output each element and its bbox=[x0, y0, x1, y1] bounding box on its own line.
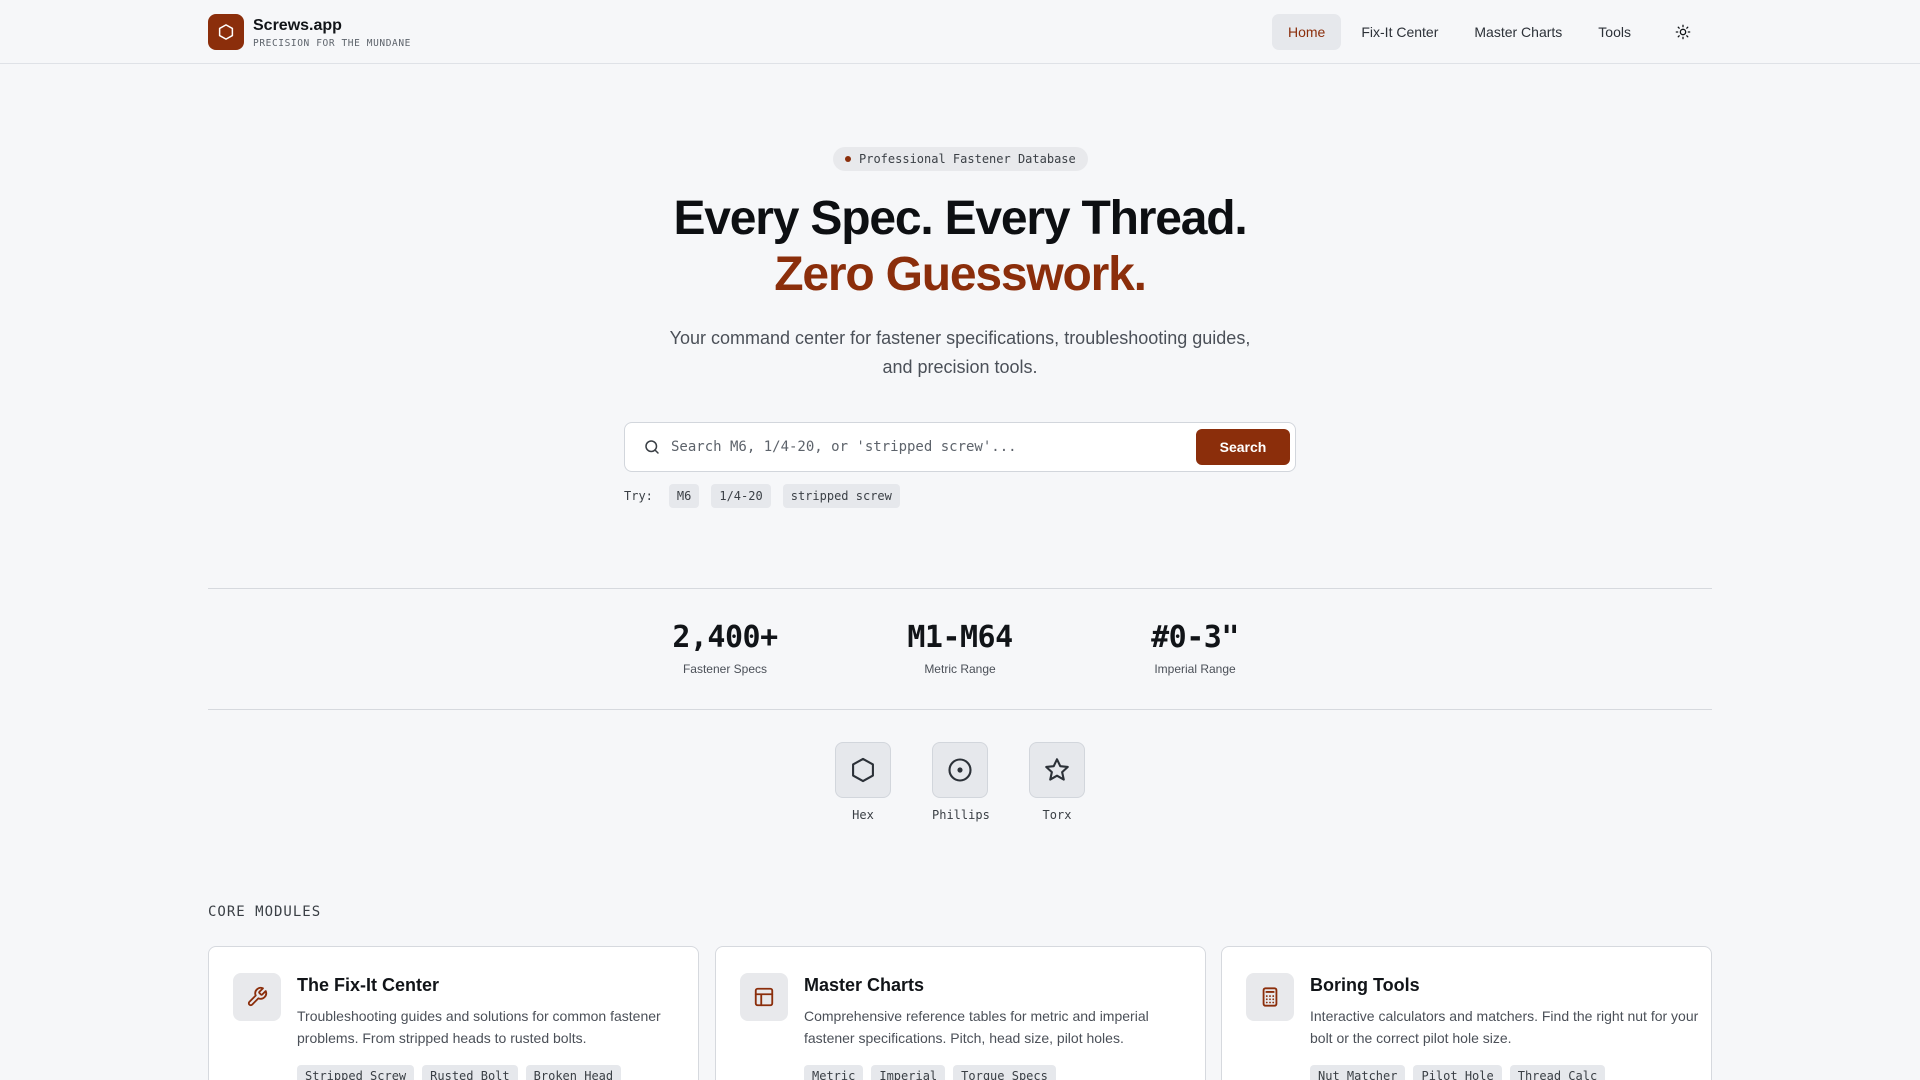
stat-metric-range: M1-M64 Metric Range bbox=[880, 618, 1040, 676]
search-suggestions: Try: M6 1/4-20 stripped screw bbox=[624, 484, 912, 508]
try-label: Try: bbox=[624, 489, 653, 503]
hero-title-line2: Zero Guesswork. bbox=[774, 248, 1147, 301]
main-nav: Home Fix-It Center Master Charts Tools bbox=[1272, 14, 1701, 50]
drive-type-torx[interactable]: Torx bbox=[1029, 742, 1085, 822]
search-icon bbox=[645, 440, 659, 454]
stat-label: Fastener Specs bbox=[682, 662, 768, 676]
search-bar: Search bbox=[624, 422, 1296, 472]
circle-dot-icon bbox=[948, 758, 972, 782]
stat-value: M1-M64 bbox=[907, 620, 1013, 655]
card-icon-box bbox=[233, 973, 281, 1021]
tag: Stripped Screw bbox=[297, 1065, 415, 1080]
stat-label: Imperial Range bbox=[1154, 662, 1236, 676]
card-tags: Nut Matcher Pilot Hole Thread Calc bbox=[1310, 1065, 1613, 1080]
card-description: Comprehensive reference tables for metri… bbox=[804, 1008, 1149, 1046]
stat-label: Metric Range bbox=[924, 662, 996, 676]
brand-name: Screws.app bbox=[253, 16, 342, 34]
module-card-fix-it-center[interactable]: The Fix-It Center Troubleshooting guides… bbox=[208, 946, 699, 1080]
hero-badge-label: Professional Fastener Database bbox=[859, 152, 1076, 166]
brand[interactable]: Screws.app PRECISION FOR THE MUNDANE bbox=[208, 14, 411, 50]
drive-type-phillips[interactable]: Phillips bbox=[932, 742, 990, 822]
nav-home[interactable]: Home bbox=[1272, 14, 1342, 50]
divider-top bbox=[208, 588, 1712, 589]
module-card-boring-tools[interactable]: Boring Tools Interactive calculators and… bbox=[1221, 946, 1712, 1080]
drive-type-hex[interactable]: Hex bbox=[835, 742, 891, 822]
calculator-icon bbox=[1262, 987, 1278, 1007]
card-icon-box bbox=[1246, 973, 1294, 1021]
card-title: Boring Tools bbox=[1310, 975, 1420, 995]
badge-dot bbox=[845, 156, 851, 162]
search-button[interactable]: Search bbox=[1196, 429, 1290, 465]
card-icon-box bbox=[740, 973, 788, 1021]
hero-subtitle: Your command center for fastener specifi… bbox=[669, 328, 1251, 377]
hexagon-logo-icon bbox=[208, 14, 244, 50]
hero-title-line1: Every Spec. Every Thread. bbox=[673, 192, 1247, 245]
tag: Torque Specs bbox=[953, 1065, 1056, 1080]
suggestion-chip-stripped-screw[interactable]: stripped screw bbox=[782, 484, 900, 508]
brand-text: Screws.app PRECISION FOR THE MUNDANE bbox=[253, 16, 411, 49]
wrench-icon bbox=[247, 986, 268, 1007]
tag: Broken Head bbox=[525, 1065, 622, 1080]
tag: Metric bbox=[804, 1065, 864, 1080]
module-card-master-charts[interactable]: Master Charts Comprehensive reference ta… bbox=[715, 946, 1206, 1080]
drive-label: Hex bbox=[852, 808, 874, 822]
suggestion-chip-m6[interactable]: M6 bbox=[668, 484, 700, 508]
nav-fix-it-center[interactable]: Fix-It Center bbox=[1345, 14, 1454, 50]
hero-badge: Professional Fastener Database bbox=[833, 147, 1088, 171]
theme-toggle-button[interactable] bbox=[1665, 14, 1701, 50]
tag: Pilot Hole bbox=[1413, 1065, 1502, 1080]
card-description: Interactive calculators and matchers. Fi… bbox=[1310, 1008, 1699, 1046]
tag: Thread Calc bbox=[1509, 1065, 1606, 1080]
stat-fastener-specs: 2,400+ Fastener Specs bbox=[645, 618, 805, 676]
drive-box bbox=[932, 742, 988, 798]
drive-box bbox=[1029, 742, 1085, 798]
star-icon bbox=[1045, 758, 1069, 781]
tag: Imperial bbox=[871, 1065, 946, 1080]
tag: Rusted Bolt bbox=[422, 1065, 518, 1080]
tag: Nut Matcher bbox=[1310, 1065, 1406, 1080]
card-title: The Fix-It Center bbox=[297, 975, 440, 995]
sun-icon bbox=[1675, 24, 1691, 40]
stat-value: #0-3" bbox=[1151, 620, 1239, 655]
card-description: Troubleshooting guides and solutions for… bbox=[297, 1008, 661, 1046]
nav-master-charts[interactable]: Master Charts bbox=[1458, 14, 1578, 50]
hexagon-icon bbox=[852, 757, 874, 783]
site-header: Screws.app PRECISION FOR THE MUNDANE Hom… bbox=[0, 0, 1920, 64]
card-tags: Stripped Screw Rusted Bolt Broken Head bbox=[297, 1065, 629, 1080]
drive-label: Phillips bbox=[932, 808, 990, 822]
suggestion-chip-1-4-20[interactable]: 1/4-20 bbox=[711, 484, 771, 508]
stat-imperial-range: #0-3" Imperial Range bbox=[1115, 618, 1275, 676]
search-input[interactable] bbox=[671, 427, 1196, 467]
drive-label: Torx bbox=[1042, 808, 1072, 822]
table-icon bbox=[754, 987, 774, 1007]
card-tags: Metric Imperial Torque Specs bbox=[804, 1065, 1064, 1080]
stat-value: 2,400+ bbox=[672, 620, 778, 655]
brand-tagline: PRECISION FOR THE MUNDANE bbox=[253, 37, 411, 49]
divider-bottom bbox=[208, 709, 1712, 710]
section-title: CORE MODULES bbox=[208, 904, 322, 920]
nav-tools[interactable]: Tools bbox=[1582, 14, 1647, 50]
card-title: Master Charts bbox=[804, 975, 925, 995]
drive-box bbox=[835, 742, 891, 798]
